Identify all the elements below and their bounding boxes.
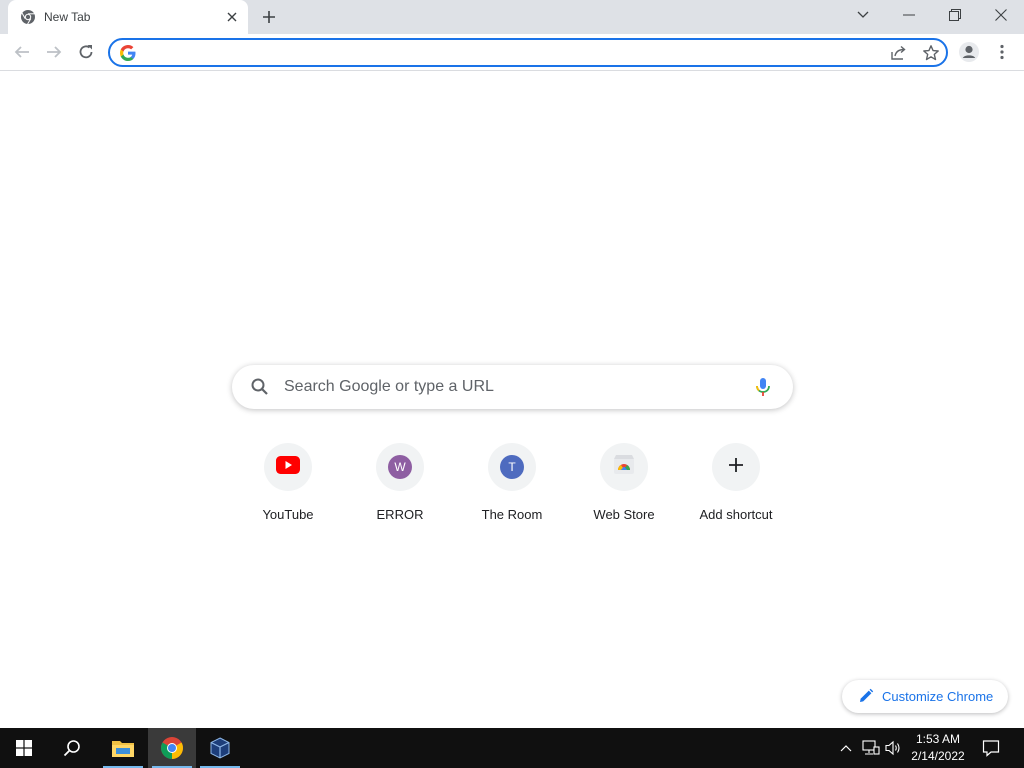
youtube-icon xyxy=(276,455,300,479)
restore-icon[interactable] xyxy=(932,0,978,30)
volume-icon[interactable] xyxy=(884,738,904,758)
shortcut-icon-bg: T xyxy=(488,443,536,491)
shortcut-tile[interactable]: W ERROR xyxy=(344,440,456,536)
kebab-menu-icon[interactable] xyxy=(989,39,1015,65)
bookmark-star-icon[interactable] xyxy=(922,44,940,62)
clock-date: 2/14/2022 xyxy=(911,749,965,763)
add-shortcut-tile[interactable]: Add shortcut xyxy=(680,440,792,536)
shortcut-tile[interactable]: T The Room xyxy=(456,440,568,536)
customize-chrome-button[interactable]: Customize Chrome xyxy=(842,680,1008,713)
shortcut-label: Add shortcut xyxy=(699,507,773,522)
shortcut-label: The Room xyxy=(481,507,543,522)
google-g-icon xyxy=(120,45,136,61)
omnibox-input[interactable] xyxy=(144,43,874,62)
forward-arrow-icon[interactable] xyxy=(41,39,67,65)
plus-icon xyxy=(729,457,743,477)
letter-avatar: W xyxy=(388,455,412,479)
tray-chevron-up-icon[interactable] xyxy=(836,738,856,758)
network-icon[interactable] xyxy=(861,738,881,758)
tab-new-tab[interactable]: New Tab xyxy=(8,0,248,34)
tab-strip: New Tab xyxy=(0,0,1024,34)
tab-title: New Tab xyxy=(44,10,91,24)
close-window-icon[interactable] xyxy=(978,0,1024,30)
shortcut-icon-bg xyxy=(264,443,312,491)
shortcut-tile[interactable]: YouTube xyxy=(232,440,344,536)
browser-toolbar xyxy=(0,34,1024,71)
share-icon[interactable] xyxy=(890,44,908,62)
ntp-search-box[interactable]: Search Google or type a URL xyxy=(232,365,793,409)
start-windows-icon[interactable] xyxy=(0,728,48,768)
tab-close-icon[interactable] xyxy=(222,7,242,27)
shortcut-icon-bg xyxy=(712,443,760,491)
reload-icon[interactable] xyxy=(73,39,99,65)
tab-search-chevron-icon[interactable] xyxy=(840,0,886,30)
web-store-icon xyxy=(613,454,635,480)
shortcut-icon-bg xyxy=(600,443,648,491)
back-arrow-icon[interactable] xyxy=(9,39,35,65)
new-tab-plus-icon[interactable] xyxy=(258,6,280,28)
search-placeholder: Search Google or type a URL xyxy=(284,378,494,395)
notifications-icon[interactable] xyxy=(981,738,1001,758)
clock-time: 1:53 AM xyxy=(915,732,961,746)
shortcut-label: YouTube xyxy=(262,507,314,522)
profile-avatar-icon[interactable] xyxy=(956,39,982,65)
shortcut-label: ERROR xyxy=(376,507,424,522)
chrome-taskbar-icon[interactable] xyxy=(148,728,196,768)
taskbar-clock[interactable]: 1:53 AM 2/14/2022 xyxy=(906,731,970,765)
customize-chrome-label: Customize Chrome xyxy=(882,689,994,704)
windows-taskbar: 1:53 AM 2/14/2022 xyxy=(0,728,1024,768)
file-explorer-icon[interactable] xyxy=(99,728,147,768)
chrome-favicon-icon xyxy=(20,9,36,25)
shortcut-icon-bg: W xyxy=(376,443,424,491)
letter-avatar: T xyxy=(500,455,524,479)
shortcut-label: Web Store xyxy=(593,507,655,522)
microphone-icon[interactable] xyxy=(752,376,774,398)
taskbar-search-icon[interactable] xyxy=(48,728,96,768)
minimize-icon[interactable] xyxy=(886,0,932,30)
omnibox[interactable] xyxy=(108,38,948,67)
shortcut-tile[interactable]: Web Store xyxy=(568,440,680,536)
virtualbox-icon[interactable] xyxy=(196,728,244,768)
search-icon xyxy=(250,377,270,397)
pencil-icon xyxy=(858,688,874,704)
